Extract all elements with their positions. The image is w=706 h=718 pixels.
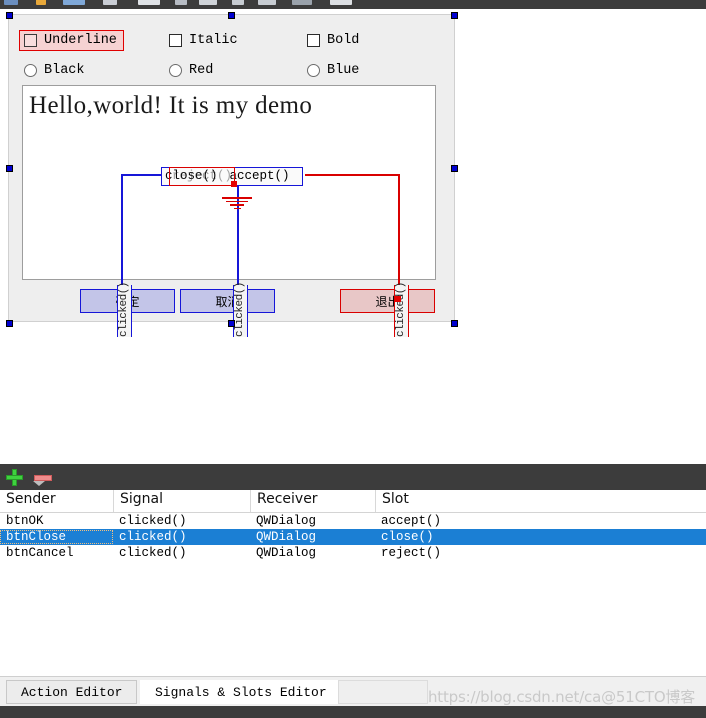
radio-black[interactable]: Black: [24, 63, 85, 78]
radio-circle-icon[interactable]: [24, 64, 37, 77]
wire-reject-horizontal: [305, 174, 399, 176]
layout-form-icon[interactable]: [175, 0, 187, 5]
selection-handle-bottom-center[interactable]: [228, 320, 235, 327]
cell-slot[interactable]: reject(): [375, 546, 706, 560]
table-row[interactable]: btnClose clicked() QWDialog close(): [0, 529, 706, 545]
tab-signals-slots-editor-label: Signals & Slots Editor: [155, 685, 327, 700]
signal-label-cancel-clicked: clicked(): [394, 282, 409, 337]
tab-bar-filler: [338, 680, 428, 704]
cell-slot[interactable]: accept(): [375, 514, 706, 528]
column-header-sender[interactable]: Sender: [0, 481, 113, 512]
selection-handle-top-center[interactable]: [228, 12, 235, 19]
checkbox-box-icon[interactable]: [307, 34, 320, 47]
column-header-slot[interactable]: Slot: [375, 490, 706, 512]
checkbox-box-icon[interactable]: [24, 34, 37, 47]
button-close[interactable]: 取消: [180, 289, 275, 313]
designer-toolbar[interactable]: [0, 0, 706, 9]
button-cancel[interactable]: 退出: [340, 289, 435, 313]
split-v-icon[interactable]: [258, 0, 276, 5]
tab-action-editor[interactable]: Action Editor: [6, 680, 138, 704]
connection-label-reject[interactable]: reject(): [169, 167, 235, 186]
form-design-canvas[interactable]: Underline Italic Bold Black Red Blue Hel…: [8, 14, 455, 337]
checkbox-bold[interactable]: Bold: [307, 33, 359, 48]
cell-signal[interactable]: clicked(): [113, 514, 250, 528]
checkbox-bold-label: Bold: [327, 33, 360, 48]
radio-row: Black Red Blue: [9, 63, 454, 87]
lightbulb-icon[interactable]: [36, 0, 46, 5]
selection-handle-middle-right[interactable]: [451, 165, 458, 172]
selection-handle-bottom-right[interactable]: [451, 320, 458, 327]
radio-blue[interactable]: Blue: [307, 63, 359, 78]
cell-slot[interactable]: close(): [375, 530, 706, 544]
tab-signals-slots-editor[interactable]: Signals & Slots Editor: [140, 680, 342, 704]
sort-indicator-icon: [33, 481, 45, 486]
selection-handle-bottom-left[interactable]: [6, 320, 13, 327]
radio-circle-icon[interactable]: [307, 64, 320, 77]
cell-receiver[interactable]: QWDialog: [250, 546, 375, 560]
table-row[interactable]: btnOK clicked() QWDialog accept(): [0, 513, 706, 529]
cell-receiver[interactable]: QWDialog: [250, 530, 375, 544]
cell-signal[interactable]: clicked(): [113, 530, 250, 544]
signal-text: clicked(): [234, 282, 246, 337]
checkbox-row: Underline Italic Bold: [9, 30, 454, 57]
adjust-size-icon[interactable]: [330, 0, 352, 5]
signal-text: clicked(): [395, 282, 407, 337]
wire-accept-horizontal: [121, 174, 161, 176]
checkbox-italic[interactable]: Italic: [169, 33, 238, 48]
column-header-signal-label: Signal: [120, 491, 164, 507]
radio-black-label: Black: [44, 63, 85, 78]
checkbox-underline[interactable]: Underline: [19, 30, 124, 51]
checkbox-italic-label: Italic: [189, 33, 238, 48]
tab-action-editor-label: Action Editor: [21, 684, 123, 700]
radio-red-label: Red: [189, 63, 214, 78]
cell-sender[interactable]: btnCancel: [0, 546, 113, 560]
signal-slot-editor-toolbar: [0, 464, 706, 490]
selection-handle-top-left[interactable]: [6, 12, 13, 19]
table-header-row: Sender Signal Receiver Slot: [0, 481, 706, 513]
column-header-receiver-label: Receiver: [257, 491, 318, 507]
table-row[interactable]: btnCancel clicked() QWDialog reject(): [0, 545, 706, 561]
column-header-receiver[interactable]: Receiver: [250, 490, 375, 512]
selection-handle-middle-left[interactable]: [6, 165, 13, 172]
split-h-icon[interactable]: [232, 0, 244, 5]
break-layout-icon[interactable]: [292, 0, 312, 5]
radio-red[interactable]: Red: [169, 63, 213, 78]
column-header-sender-label: Sender: [6, 491, 56, 507]
radio-circle-icon[interactable]: [169, 64, 182, 77]
signals-slots-table[interactable]: Sender Signal Receiver Slot btnOK clicke…: [0, 481, 706, 561]
selection-handle-top-right[interactable]: [451, 12, 458, 19]
layout-horizontal-icon[interactable]: [138, 0, 160, 5]
layout-grid-icon[interactable]: [199, 0, 217, 5]
reject-ground-marker: [222, 195, 252, 211]
label-reject: reject(): [172, 169, 233, 183]
open-icon[interactable]: [4, 0, 18, 5]
column-header-slot-label: Slot: [382, 491, 409, 507]
bottom-status-bar: [0, 706, 706, 718]
cell-signal[interactable]: clicked(): [113, 546, 250, 560]
connection-endpoint-dot[interactable]: [231, 181, 237, 187]
button-cancel-endpoint-dot[interactable]: [395, 296, 401, 302]
checkbox-underline-label: Underline: [44, 33, 117, 48]
signal-label-close-clicked: clicked(): [233, 282, 248, 337]
add-connection-button[interactable]: [6, 469, 23, 486]
watermark-text: https://blog.csdn.net/ca@51CTO博客: [428, 688, 696, 706]
cell-sender[interactable]: btnClose: [0, 530, 113, 544]
grid-icon[interactable]: [103, 0, 117, 5]
label-accept: accept(): [229, 169, 290, 183]
ruler-icon[interactable]: [63, 0, 85, 5]
signal-text: clicked(): [118, 282, 130, 337]
signal-label-ok-clicked: clicked(): [117, 282, 132, 337]
cell-receiver[interactable]: QWDialog: [250, 514, 375, 528]
checkbox-box-icon[interactable]: [169, 34, 182, 47]
cell-sender[interactable]: btnOK: [0, 514, 113, 528]
column-header-signal[interactable]: Signal: [113, 490, 250, 512]
radio-blue-label: Blue: [327, 63, 360, 78]
